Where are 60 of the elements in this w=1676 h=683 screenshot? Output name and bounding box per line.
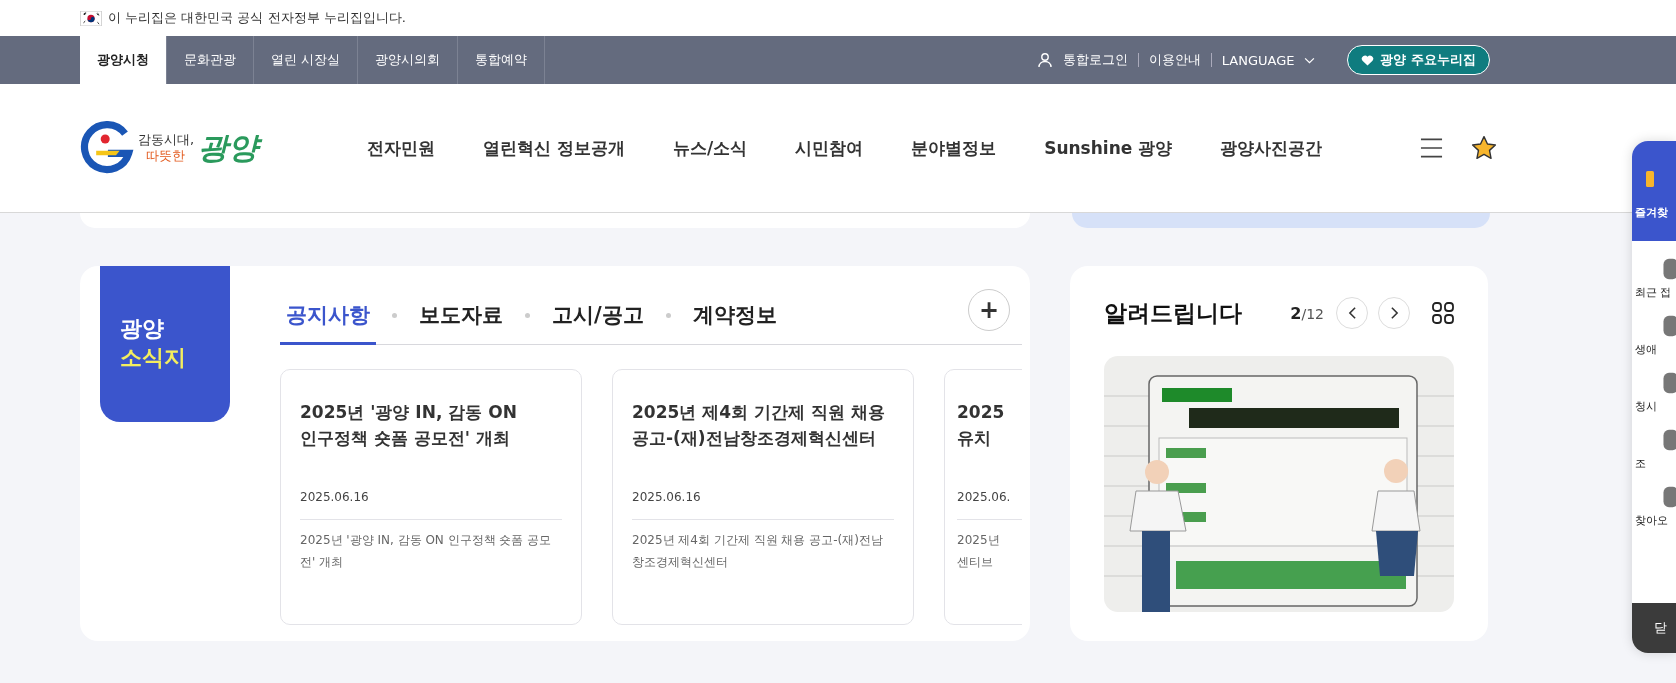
news-tab[interactable]: 고시/공고	[546, 267, 650, 345]
main-menu-item[interactable]: 분야별정보	[911, 136, 997, 160]
language-link[interactable]: LANGUAGE	[1221, 52, 1295, 68]
news-item-card[interactable]: 2025년 '광양 IN, 감동 ON 인구정책 숏폼 공모전' 개최 2025.06.16 2025년 '광양 IN, 감동 ON 인구정책 숏폼 공모 전' 개최	[280, 369, 582, 625]
news-summary: 2025년	[957, 532, 1001, 549]
news-summary: 전' 개최	[300, 553, 345, 571]
news-item-card[interactable]: 2025년 제4회 기간제 직원 채용 공고-(재)전남창조경제혁신센터 2025.06.16 2025년 제4회 기간제 직원 채용 공고-(재)전남 창조경제혁신센터	[612, 369, 914, 625]
previous-button[interactable]	[1336, 297, 1368, 329]
more-button[interactable]: +	[968, 289, 1010, 331]
news-tab[interactable]: 공지사항	[280, 267, 376, 345]
close-button[interactable]: 닫	[1632, 603, 1676, 653]
next-button[interactable]	[1378, 297, 1410, 329]
quick-menu-item[interactable]: 찾아오	[1635, 485, 1676, 528]
news-title: 공고-(재)전남창조경제혁신센터	[632, 426, 877, 450]
logo-slogan: 따뜻한	[145, 148, 186, 164]
main-menu-item[interactable]: Sunshine 광양	[1044, 136, 1173, 160]
quick-menu-item[interactable]: 조	[1635, 428, 1676, 471]
main-menu-item[interactable]: 열린혁신 정보공개	[483, 136, 625, 160]
page-current: 2	[1290, 303, 1302, 323]
news-summary: 창조경제혁신센터	[632, 553, 729, 571]
news-title: 2025년 '광양 IN, 감동 ON	[300, 401, 518, 424]
main-sites-button[interactable]: 광양 주요누리집	[1347, 45, 1490, 75]
gov-notice: 이 누리집은 대한민국 공식 전자정부 누리집입니다.	[108, 9, 406, 27]
news-title: 2025년 제4회 기간제 직원 채용	[632, 401, 886, 424]
quick-menu-title: 즐겨찾	[1635, 205, 1668, 220]
notice-title: 알려드립니다	[1104, 298, 1242, 328]
news-title: 인구정책 숏폼 공모전' 개최	[300, 426, 511, 450]
main-menu-item[interactable]: 뉴스/소식	[672, 136, 748, 160]
news-summary: 2025년 '광양 IN, 감동 ON 인구정책 숏폼 공모	[300, 532, 553, 549]
chevron-right-icon	[1389, 306, 1399, 320]
person-icon	[1036, 52, 1053, 68]
quick-menu-item[interactable]: 최근 접	[1635, 257, 1676, 300]
flag-icon	[80, 10, 102, 26]
news-summary: 센티브	[957, 553, 994, 571]
news-tab[interactable]: 계약정보	[686, 267, 783, 345]
main-menu-item[interactable]: 시민참여	[795, 136, 864, 160]
main-menu-item[interactable]: 전자민원	[367, 136, 435, 160]
grid-icon[interactable]	[1432, 302, 1454, 324]
news-date: 2025.06.16	[300, 490, 562, 520]
main-menu-item[interactable]: 광양사진공간	[1220, 136, 1323, 160]
menu-icon[interactable]	[1420, 137, 1444, 159]
login-link[interactable]: 통합로그인	[1062, 51, 1128, 69]
news-label: 광양	[120, 315, 165, 344]
guide-link[interactable]: 이용안내	[1148, 51, 1201, 69]
site-tab[interactable]: 광양시청	[80, 36, 167, 84]
logo-slogan: 감동시대,	[138, 132, 195, 148]
chevron-left-icon	[1347, 306, 1357, 320]
quick-menu-item[interactable]: 청시	[1635, 371, 1676, 414]
news-summary: 2025년 제4회 기간제 직원 채용 공고-(재)전남	[632, 532, 884, 549]
logo-emblem-icon	[80, 121, 134, 175]
news-title: 유치	[957, 426, 992, 450]
news-label: 소식지	[120, 344, 187, 372]
news-date: 2025.06.16	[632, 490, 894, 520]
quick-menu-item[interactable]: 생애	[1635, 314, 1676, 357]
page-total: /12	[1301, 305, 1324, 322]
news-tab[interactable]: 보도자료	[413, 267, 509, 345]
news-title: 2025	[957, 401, 1006, 424]
chevron-down-icon	[1304, 56, 1316, 64]
heart-icon	[1361, 54, 1375, 66]
star-icon[interactable]	[1471, 135, 1498, 161]
